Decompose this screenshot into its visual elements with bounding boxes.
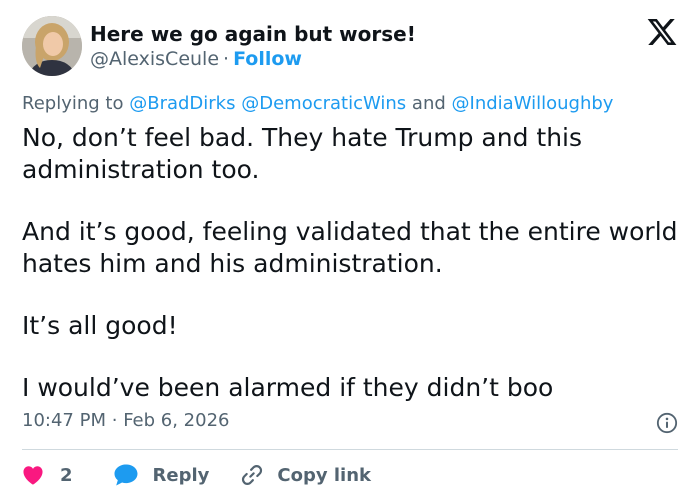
divider [22, 449, 678, 450]
handle-separator: · [223, 48, 230, 70]
tweet-paragraph: I would’ve been alarmed if they didn’t b… [22, 373, 554, 402]
like-button[interactable]: 2 [22, 465, 73, 486]
avatar[interactable] [22, 16, 82, 76]
mention-link[interactable]: @IndiaWilloughby [452, 93, 614, 114]
action-bar: 2 Reply Copy link [22, 460, 371, 490]
mention-link[interactable]: @BradDirks [129, 93, 235, 114]
display-name[interactable]: Here we go again but worse! [90, 22, 416, 46]
tweet-paragraph: No, don’t feel bad. They hate Trump and … [22, 123, 583, 184]
heart-icon [23, 466, 43, 485]
copy-link-button[interactable]: Copy link [239, 462, 371, 488]
info-icon[interactable] [656, 412, 678, 434]
avatar-image [22, 16, 82, 76]
timestamp: 10:47 PM · Feb 6, 2026 [22, 410, 229, 431]
follow-button[interactable]: Follow [233, 48, 302, 70]
reply-label: Reply [152, 464, 210, 486]
tweet-paragraph: And it’s good, feeling validated that th… [22, 217, 678, 278]
replying-prefix: Replying to [22, 93, 124, 114]
x-logo-icon[interactable] [646, 16, 678, 48]
copy-link-label: Copy link [277, 464, 371, 486]
tweet-time: 10:47 PM [22, 410, 106, 431]
mention-link[interactable]: @DemocraticWins [241, 93, 406, 114]
handle[interactable]: @AlexisCeule [90, 48, 219, 70]
tweet-card: Here we go again but worse! @AlexisCeule… [0, 0, 700, 502]
link-icon [242, 465, 263, 485]
tweet-text: No, don’t feel bad. They hate Trump and … [22, 122, 682, 404]
tweet-date: Feb 6, 2026 [123, 410, 230, 431]
speech-bubble-icon [114, 464, 138, 486]
replying-to-line: Replying to @BradDirks @DemocraticWins a… [22, 93, 613, 114]
tweet-paragraph: It’s all good! [22, 311, 178, 340]
reply-button[interactable]: Reply [113, 463, 210, 487]
timestamp-separator: · [111, 410, 118, 431]
like-count: 2 [60, 464, 73, 486]
replying-conjunction: and [411, 93, 446, 114]
tweet-time-link[interactable]: 10:47 PM · Feb 6, 2026 [22, 410, 229, 431]
handle-row: @AlexisCeule · Follow [90, 48, 302, 70]
